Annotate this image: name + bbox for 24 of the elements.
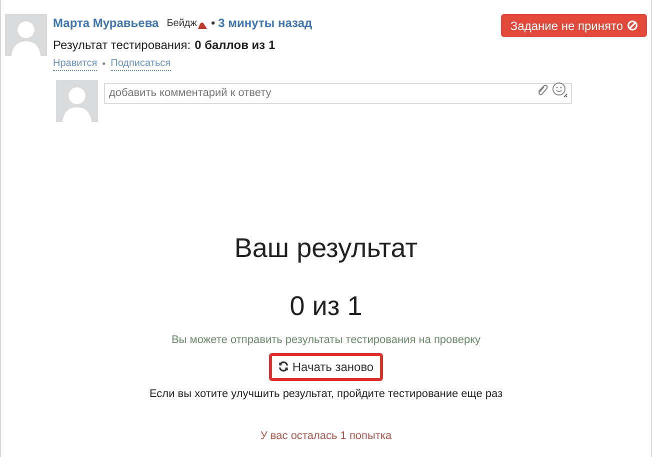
- comment-field[interactable]: добавить комментарий к ответу: [104, 82, 572, 104]
- paperclip-icon[interactable]: [536, 84, 548, 96]
- status-button[interactable]: Задание не принято: [501, 14, 647, 37]
- restart-button[interactable]: Начать заново: [269, 352, 383, 380]
- separator-dot: •: [102, 58, 106, 72]
- result-value: 0 баллов из 1: [194, 37, 276, 54]
- submit-note: Вы можете отправить результаты тестирования на проверку: [171, 333, 481, 348]
- avatar-icon: [56, 80, 98, 122]
- result-title: Ваш результат: [234, 232, 418, 264]
- author-link[interactable]: Марта Муравьева: [53, 14, 159, 32]
- score-text: 0 из 1: [290, 290, 362, 322]
- badge-label: Бейдж: [166, 16, 197, 30]
- result-label: Результат тестирования:: [53, 37, 191, 54]
- separator-dot: •: [210, 15, 216, 32]
- action-link[interactable]: Подписаться: [110, 58, 171, 71]
- improve-note: Если вы хотите улучшить результат, пройдите тестирование еще раз: [149, 386, 503, 402]
- forbidden-icon: [627, 20, 638, 31]
- hat-icon: [196, 20, 208, 30]
- refresh-icon: [278, 361, 290, 372]
- time-link[interactable]: 3 минуты назад: [218, 14, 312, 32]
- attempts-note: У вас осталась 1 попытка: [260, 429, 392, 444]
- smiley-icon[interactable]: [552, 82, 568, 98]
- avatar-icon: [5, 14, 47, 56]
- action-link[interactable]: Нравится: [53, 58, 98, 71]
